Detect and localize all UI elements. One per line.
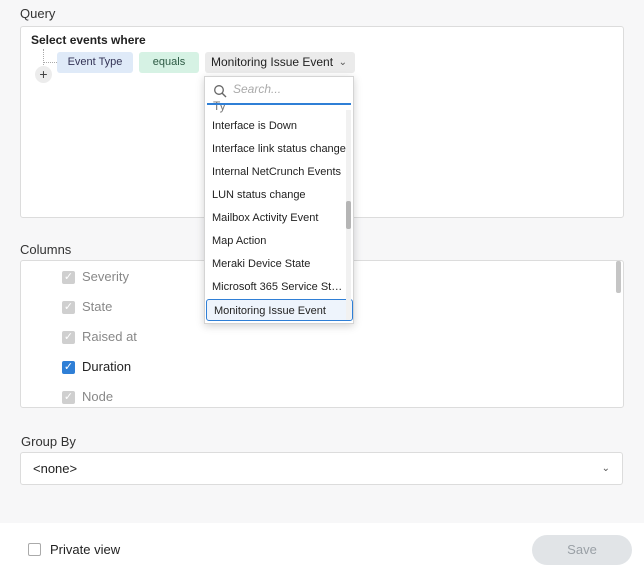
value-chip-label: Monitoring Issue Event — [211, 55, 334, 69]
dropdown-item-selected[interactable]: Monitoring Issue Event — [206, 299, 353, 321]
private-view-checkbox[interactable] — [28, 543, 41, 556]
query-label: Query — [20, 6, 56, 21]
column-item-label: Duration — [82, 359, 132, 374]
dropdown-item[interactable]: Internal NetCrunch Events — [205, 161, 347, 183]
dropdown-search — [207, 79, 351, 105]
column-item-label: State — [82, 299, 113, 314]
value-chip[interactable]: Monitoring Issue Event ⌄ — [205, 52, 355, 73]
dropdown-item[interactable]: Interface is Down — [205, 115, 347, 137]
group-by-label: Group By — [21, 434, 76, 449]
chevron-down-icon: ⌄ — [601, 463, 610, 474]
dropdown-item[interactable]: Interface link status change — [205, 138, 347, 160]
footer: Private view Save — [0, 523, 644, 573]
save-button[interactable]: Save — [532, 535, 632, 565]
columns-scrollbar[interactable] — [616, 261, 621, 293]
dropdown-item[interactable]: Map Action — [205, 230, 347, 252]
check-icon: ✓ — [62, 301, 75, 314]
select-events-title: Select events where — [31, 33, 146, 47]
column-item-label: Raised at — [82, 329, 137, 344]
column-item-label: Severity — [82, 269, 129, 284]
dropdown-item[interactable]: Mailbox Activity Event — [205, 207, 347, 229]
private-view-label[interactable]: Private view — [50, 542, 120, 557]
group-by-select[interactable]: <none> ⌄ — [20, 452, 623, 485]
add-condition-button[interactable]: + — [35, 66, 52, 83]
columns-label: Columns — [20, 242, 72, 257]
field-chip[interactable]: Event Type — [57, 52, 133, 73]
dropdown-search-input[interactable] — [233, 82, 345, 96]
chevron-down-icon: ⌄ — [338, 57, 347, 68]
dropdown-scroll-thumb[interactable] — [346, 201, 351, 229]
dropdown-item[interactable]: Meraki Device State — [205, 253, 347, 275]
search-icon — [214, 85, 227, 98]
check-icon: ✓ — [62, 331, 75, 344]
tree-branch — [43, 62, 57, 63]
operator-chip[interactable]: equals — [139, 52, 199, 73]
dropdown-item[interactable]: Microsoft 365 Service Status — [205, 276, 347, 298]
group-by-value: <none> — [33, 461, 78, 476]
event-type-dropdown: Ty Interface is Down Interface link stat… — [204, 76, 354, 324]
column-item-label: Node — [82, 389, 114, 404]
check-icon: ✓ — [62, 391, 75, 404]
dropdown-item[interactable]: LUN status change — [205, 184, 347, 206]
check-icon: ✓ — [62, 271, 75, 284]
check-icon: ✓ — [62, 361, 75, 374]
